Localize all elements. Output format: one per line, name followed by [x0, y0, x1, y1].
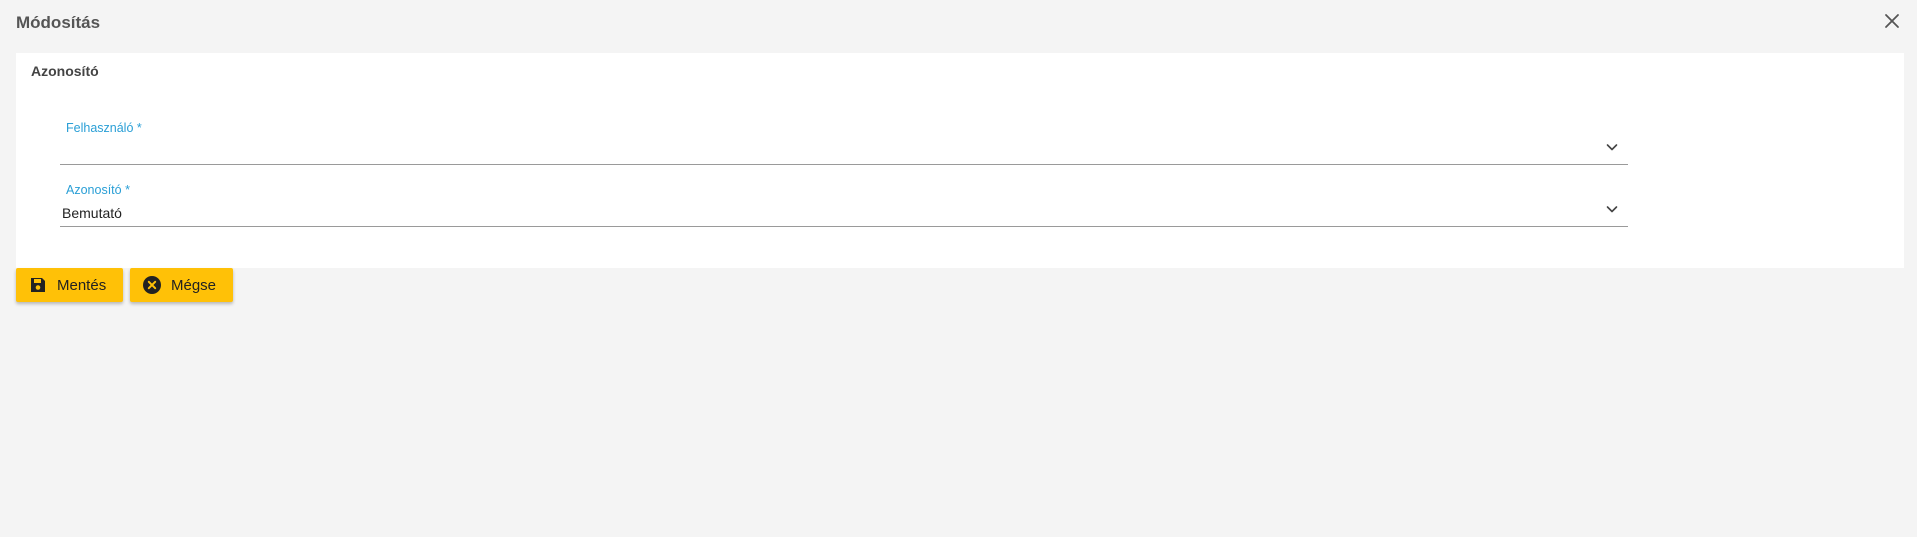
close-button[interactable]: [1881, 10, 1903, 32]
cancel-button-label: Mégse: [171, 276, 217, 294]
identifier-select[interactable]: Azonosító * Bemutató: [60, 181, 1628, 227]
field-underline: [60, 164, 1628, 165]
user-select[interactable]: Felhasználó *: [60, 119, 1628, 165]
chevron-down-icon[interactable]: [1604, 139, 1620, 155]
cancel-circle-icon: [142, 275, 162, 295]
dialog-title: Módosítás: [16, 13, 101, 32]
save-button[interactable]: Mentés: [16, 268, 123, 302]
dialog-header: Módosítás: [0, 0, 1917, 46]
close-icon: [1881, 10, 1903, 32]
form-card: Azonosító Felhasználó * Azonosító * Bemu…: [16, 53, 1904, 268]
save-button-label: Mentés: [57, 276, 107, 294]
section-title: Azonosító: [31, 63, 99, 79]
cancel-button[interactable]: Mégse: [130, 268, 233, 302]
identifier-select-label: Azonosító *: [66, 183, 130, 197]
user-select-label: Felhasználó *: [66, 121, 142, 135]
floppy-disk-icon: [28, 275, 48, 295]
identifier-select-value: Bemutató: [62, 205, 122, 221]
field-underline: [60, 226, 1628, 227]
chevron-down-icon[interactable]: [1604, 201, 1620, 217]
